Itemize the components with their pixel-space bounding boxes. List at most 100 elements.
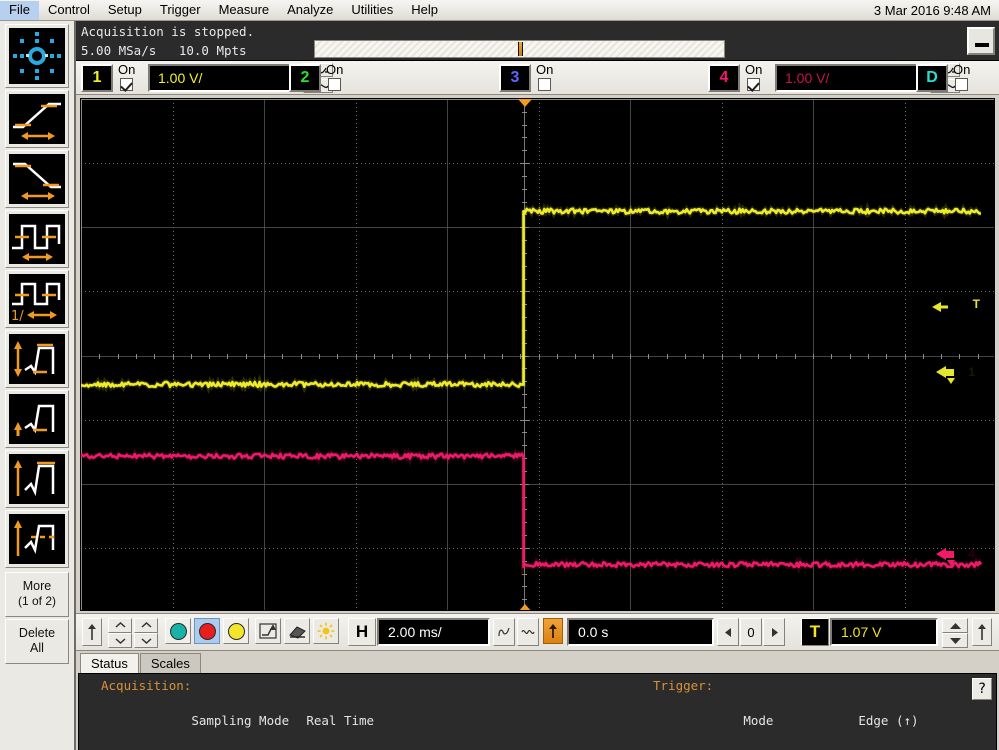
yellow-dot-icon: [228, 623, 245, 640]
menu-item-measure[interactable]: Measure: [210, 1, 279, 20]
delay-reference-button[interactable]: [543, 618, 563, 644]
channel-4-enable-checkbox[interactable]: [747, 78, 760, 91]
sidebar-item-period[interactable]: [5, 210, 69, 268]
page-next-button[interactable]: [763, 618, 785, 646]
sidebar-item-frequency[interactable]: 1/: [5, 270, 69, 328]
sidebar-delete-all-button[interactable]: Delete All: [5, 619, 69, 664]
trigger-status-column: Trigger: ModeEdge (↑) InfiniiScanNA: [653, 677, 919, 750]
marker-color-cyan-button[interactable]: [165, 618, 191, 644]
channel-3-enable-checkbox[interactable]: [538, 78, 551, 91]
delay-field[interactable]: 0.0 s: [567, 618, 714, 646]
status-row-label: Mode: [743, 712, 858, 730]
triangle-left-icon: [724, 627, 733, 638]
waveform-traces: [81, 99, 995, 611]
trigger-level-up-button[interactable]: [942, 618, 968, 633]
channel-3-on-group: On: [536, 63, 562, 93]
tab-status[interactable]: Status: [80, 653, 139, 674]
sidebar-item-amplitude[interactable]: [5, 330, 69, 388]
sidebar-item-base[interactable]: [5, 390, 69, 448]
waveform-nav-pair-1: [108, 618, 132, 648]
sidebar-more-button[interactable]: More (1 of 2): [5, 572, 69, 617]
channel-1-button[interactable]: 1: [81, 64, 113, 92]
cyan-dot-icon: [170, 623, 187, 640]
digital-channel-button[interactable]: D: [916, 64, 948, 92]
nav-up-fast-button[interactable]: [108, 618, 132, 633]
channel-4-on-group: On: [745, 63, 771, 93]
trigger-level-marker[interactable]: [932, 299, 966, 320]
sidebar-item-average[interactable]: [5, 510, 69, 568]
peak-to-peak-icon: [9, 454, 65, 504]
timebase-mode-button-2[interactable]: [517, 618, 539, 646]
marker-color-red-button[interactable]: [194, 618, 220, 644]
digital-enable-checkbox[interactable]: [955, 78, 968, 91]
sidebar-item-peak-to-peak[interactable]: [5, 450, 69, 508]
menu-bar: File Control Setup Trigger Measure Analy…: [0, 0, 999, 21]
nav-down-fast-button[interactable]: [108, 633, 132, 648]
menu-item-analyze[interactable]: Analyze: [278, 1, 342, 20]
menu-item-help[interactable]: Help: [402, 1, 447, 20]
trigger-level-marker-label: T: [973, 297, 980, 311]
channel-4-button[interactable]: 4: [708, 64, 740, 92]
status-row: Sampling Mode Real Time: [101, 695, 374, 748]
channel-4-scale-field[interactable]: 1.00 V/: [775, 64, 925, 92]
trigger-button[interactable]: T: [801, 618, 829, 646]
horizontal-pan-scrollbar[interactable]: [314, 40, 725, 58]
amplitude-icon: [9, 334, 65, 384]
menu-item-trigger[interactable]: Trigger: [151, 1, 210, 20]
clock-label: 3 Mar 2016 9:48 AM: [874, 3, 999, 18]
menu-item-utilities[interactable]: Utilities: [342, 1, 402, 20]
channel-1-on-group: On: [118, 63, 144, 93]
channel-1-offset-marker[interactable]: [936, 365, 962, 392]
horizontal-button[interactable]: H: [348, 618, 376, 646]
measurement-sidebar: 1/ More (1 of 2) Delete All: [0, 21, 76, 750]
channel-1-on-label: On: [118, 62, 135, 77]
pan-position-marker[interactable]: [518, 42, 523, 56]
sine-wave-icon: [521, 626, 535, 638]
trigger-slope-button[interactable]: [972, 618, 992, 646]
page-prev-button[interactable]: [717, 618, 739, 646]
channel-3-button[interactable]: 3: [499, 64, 531, 92]
digital-channel-group: D On: [916, 63, 979, 93]
sidebar-item-measure-all[interactable]: [5, 24, 69, 88]
nav-down-button[interactable]: [134, 633, 158, 648]
sidebar-item-rise-time[interactable]: [5, 90, 69, 148]
help-button[interactable]: ?: [972, 678, 992, 700]
status-row-value: Edge (↑): [858, 713, 918, 728]
menu-item-control[interactable]: Control: [39, 1, 99, 20]
sidebar-delete-label: Delete: [6, 626, 68, 641]
channel-2-button[interactable]: 2: [289, 64, 321, 92]
channel-bar: 1 On 1.00 V/ 2 On 3 On 4 On 1.00 V/ D On: [76, 61, 999, 95]
trigger-level-down-button[interactable]: [942, 633, 968, 648]
channel-4-offset-label: 4: [968, 547, 975, 561]
channel-4-offset-marker[interactable]: [936, 547, 962, 574]
cursor-arrow-up-button[interactable]: [82, 618, 102, 646]
menu-item-setup[interactable]: Setup: [99, 1, 151, 20]
marker-color-yellow-button[interactable]: [223, 618, 249, 644]
waveform-display[interactable]: T 1 4: [80, 98, 995, 611]
timebase-mode-button-1[interactable]: [493, 618, 515, 646]
status-panel: Status Scales Acquisition: Sampling Mode…: [76, 651, 999, 750]
acquisition-bar: Acquisition is stopped. 5.00 MSa/s 10.0 …: [76, 21, 999, 61]
page-number-field[interactable]: 0: [740, 618, 762, 646]
channel-1-enable-checkbox[interactable]: [120, 78, 133, 91]
minimize-button[interactable]: [967, 27, 995, 55]
channel-1-scale-field[interactable]: 1.00 V/: [148, 64, 298, 92]
channel-2-on-group: On: [326, 63, 352, 93]
trigger-level-field[interactable]: 1.07 V: [830, 618, 938, 646]
chevron-down-icon: [141, 637, 152, 644]
brightness-icon: [317, 622, 335, 640]
delay-arrow-up-icon: [548, 623, 558, 639]
channel-2-enable-checkbox[interactable]: [328, 78, 341, 91]
menu-item-file[interactable]: File: [0, 1, 39, 20]
sidebar-more-sublabel: (1 of 2): [6, 594, 68, 609]
rise-time-icon: [9, 94, 65, 144]
clear-display-button[interactable]: [284, 618, 310, 644]
autoscale-button[interactable]: [255, 618, 281, 644]
tab-scales[interactable]: Scales: [140, 653, 201, 674]
sidebar-item-fall-time[interactable]: [5, 150, 69, 208]
timebase-field[interactable]: 2.00 ms/: [377, 618, 490, 646]
channel-1-offset-label: 1: [968, 365, 975, 379]
nav-up-button[interactable]: [134, 618, 158, 633]
intensity-button[interactable]: [313, 618, 339, 644]
channel-3-group: 3 On: [499, 63, 562, 93]
